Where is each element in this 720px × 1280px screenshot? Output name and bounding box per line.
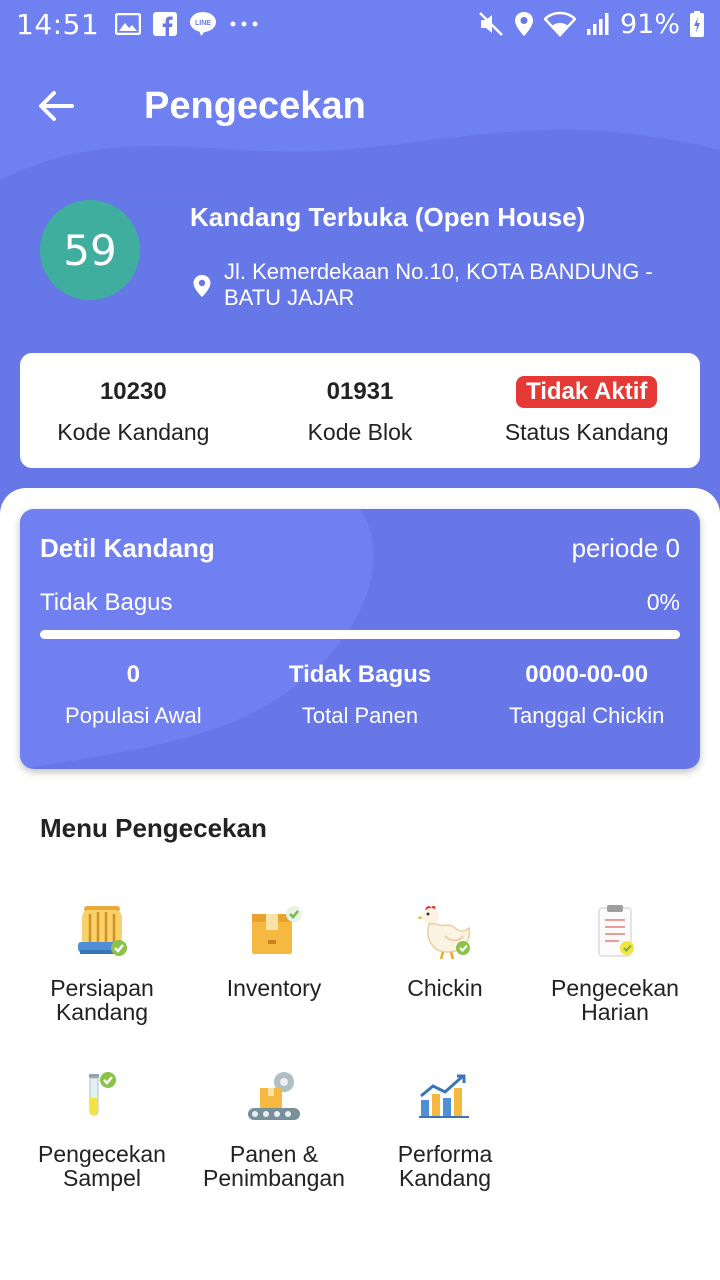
detail-quality: Tidak Bagus [40,589,173,616]
status-kandang-col: Tidak Aktif Status Kandang [473,353,700,468]
location-pin-icon [193,275,211,297]
status-badge: Tidak Aktif [516,376,658,408]
location-icon [514,12,533,36]
conveyor-icon [248,1072,300,1120]
kode-kandang-col: 10230 Kode Kandang [20,353,247,468]
status-kandang-label: Status Kandang [504,419,669,445]
mute-icon [479,12,503,36]
kode-blok-label: Kode Blok [307,419,413,445]
chicken-icon [417,905,471,960]
tanggal-chickin-label: Tanggal Chickin [509,703,665,728]
menu-chickin-label: Chickin [407,975,483,1001]
bar-chart-icon [419,1074,469,1118]
menu-pengecekan-harian[interactable]: Pengecekan Harian [530,902,700,1024]
menu-pengecekan-sampel[interactable]: Pengecekan Sampel [17,1068,187,1190]
menu-persiapan-kandang-label: Persiapan Kandang [50,975,154,1025]
app-bar: Pengecekan [0,58,720,154]
clipboard-icon [598,905,634,957]
image-icon [115,13,142,35]
wifi-icon [543,11,576,37]
signal-icon [586,13,609,35]
populasi-awal-value: 0 [126,661,141,688]
populasi-awal-col: 0 Populasi Awal [20,661,247,729]
menu-inventory-label: Inventory [226,975,322,1001]
farm-number-avatar: 59 [40,200,140,300]
total-panen-label: Total Panen [301,703,419,728]
farm-address: Jl. Kemerdekaan No.10, KOTA BANDUNG - BA… [224,259,653,310]
quality-progress-bar [40,630,680,639]
menu-title: Menu Pengecekan [40,813,267,843]
menu-panen-penimbangan-label: Panen & Penimbangan [203,1141,345,1191]
battery-icon [690,11,704,37]
farm-info-card: 10230 Kode Kandang 01931 Kode Blok Tidak… [20,353,700,468]
kode-kandang-label: Kode Kandang [57,419,210,445]
line-icon: LINE [190,12,217,36]
menu-persiapan-kandang[interactable]: Persiapan Kandang [17,902,187,1024]
facebook-icon [153,12,178,36]
status-bar: 14:51 LINE 91% [0,0,720,48]
kode-blok-value: 01931 [326,378,394,405]
detail-period: periode 0 [571,533,680,563]
kode-blok-col: 01931 Kode Blok [247,353,474,468]
farm-name: Kandang Terbuka (Open House) [190,202,586,232]
menu-panen-penimbangan[interactable]: Panen & Penimbangan [189,1068,359,1190]
detail-title: Detil Kandang [40,533,215,563]
status-time: 14:51 [16,7,100,41]
arrow-back-icon [39,91,74,121]
kode-kandang-value: 10230 [99,378,167,405]
tanggal-chickin-col: 0000-00-00 Tanggal Chickin [473,661,700,729]
populasi-awal-label: Populasi Awal [65,703,202,728]
menu-performa-kandang-label: Performa Kandang [397,1141,493,1191]
detail-card: Detil Kandang periode 0 Tidak Bagus 0% 0… [20,509,700,769]
total-panen-col: Tidak Bagus Total Panen [247,661,474,729]
test-tube-icon [89,1072,116,1116]
detail-stats: 0 Populasi Awal Tidak Bagus Total Panen … [20,661,700,729]
svg-text:LINE: LINE [195,20,211,27]
cage-icon [78,906,127,956]
menu-inventory[interactable]: Inventory [189,902,359,1000]
menu-pengecekan-harian-label: Pengecekan Harian [551,975,679,1025]
back-button[interactable] [20,70,92,142]
tanggal-chickin-value: 0000-00-00 [525,661,649,688]
more-icon [230,21,258,27]
page-title: Pengecekan [144,84,366,127]
menu-chickin[interactable]: Chickin [360,902,530,1000]
total-panen-value: Tidak Bagus [288,661,432,688]
battery-percent: 91% [619,8,680,40]
box-icon [252,906,302,954]
detail-percent: 0% [646,589,680,615]
menu-pengecekan-sampel-label: Pengecekan Sampel [38,1141,166,1191]
menu-performa-kandang[interactable]: Performa Kandang [360,1068,530,1190]
